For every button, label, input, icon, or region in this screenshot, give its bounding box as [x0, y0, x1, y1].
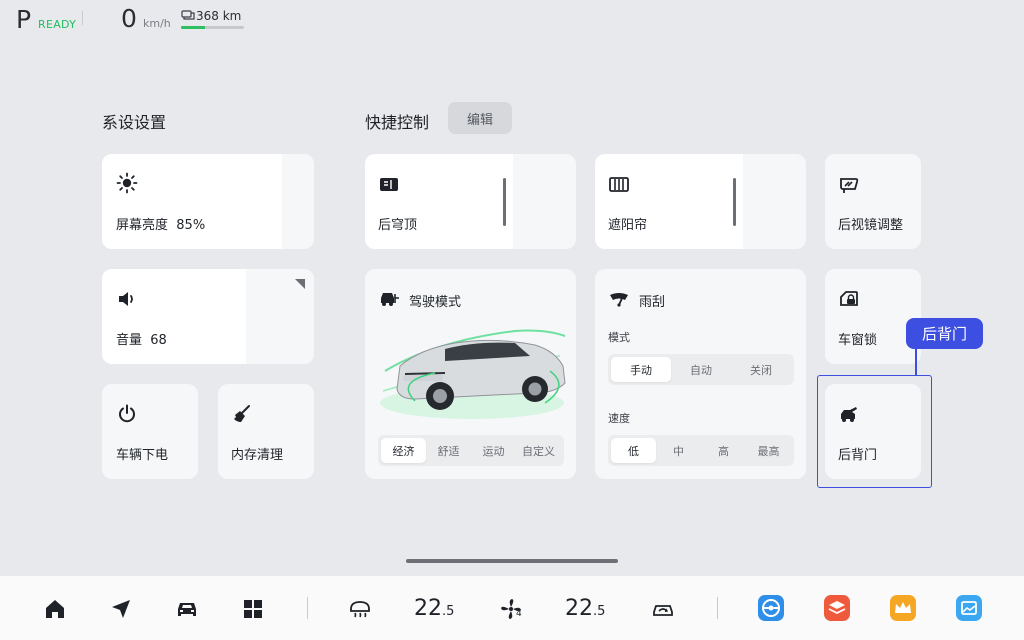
- recirculation-icon[interactable]: [651, 597, 675, 621]
- wiper-mode-option[interactable]: 自动: [671, 357, 731, 382]
- mirror-icon: [840, 178, 859, 193]
- brightness-label: 屏幕亮度 85%: [116, 218, 206, 233]
- range-value: 368 km: [196, 9, 242, 23]
- sunroof-label: 后穹顶: [378, 218, 418, 233]
- sunroof-slider[interactable]: 后穹顶: [365, 154, 576, 249]
- ready-indicator: READY: [38, 18, 77, 31]
- apps-grid-icon[interactable]: [241, 597, 265, 621]
- drive-mode-option[interactable]: 舒适: [426, 438, 471, 463]
- wiper-speed-option[interactable]: 高: [701, 438, 746, 463]
- wiper-mode-label: 模式: [608, 331, 630, 344]
- range-bar-fill: [181, 26, 205, 29]
- left-temperature[interactable]: 22.5: [414, 596, 454, 621]
- mirror-adjust-button[interactable]: 后视镜调整: [825, 154, 921, 249]
- wiper-icon: [610, 293, 628, 307]
- drive-mode-label: 驾驶模式: [409, 295, 462, 310]
- sunshade-label: 遮阳帘: [608, 218, 648, 233]
- window-lock-button[interactable]: 车窗锁: [825, 269, 921, 364]
- wiper-speed-selector[interactable]: 低 中 高 最高: [608, 435, 794, 466]
- steering-wheel-icon: [762, 599, 780, 617]
- right-temperature[interactable]: 22.5: [565, 596, 605, 621]
- volume-slider[interactable]: 音量 68: [102, 269, 314, 364]
- sunshade-icon: [609, 177, 629, 192]
- memory-clean-button[interactable]: 内存清理: [218, 384, 314, 479]
- car-illustration: [380, 329, 566, 419]
- gear-indicator: P: [16, 5, 32, 34]
- home-icon[interactable]: [43, 597, 67, 621]
- status-divider: [82, 11, 83, 25]
- sunroof-icon: [380, 178, 398, 191]
- tailgate-highlight-tag: 后背门: [906, 318, 983, 349]
- wiper-card: 雨刮 模式 手动 自动 关闭 速度 低 中 高 最高: [595, 269, 806, 479]
- volume-value: 68: [150, 333, 167, 348]
- drive-mode-option[interactable]: 经济: [381, 438, 426, 463]
- wiper-mode-selector[interactable]: 手动 自动 关闭: [608, 354, 794, 385]
- wiper-label: 雨刮: [639, 295, 666, 310]
- sunshade-slider[interactable]: 遮阳帘: [595, 154, 806, 249]
- dock-divider: [307, 597, 308, 619]
- crown-app-icon[interactable]: [890, 595, 916, 621]
- range-bar: [181, 26, 244, 29]
- mirror-adjust-label: 后视镜调整: [838, 218, 904, 233]
- wiper-speed-option[interactable]: 最高: [746, 438, 791, 463]
- sunshade-fill: [595, 154, 743, 249]
- broom-icon: [234, 405, 250, 422]
- drive-mode-card: 驾驶模式 经济 舒适 运动 自定义: [365, 269, 576, 479]
- window-lock-label: 车窗锁: [838, 333, 878, 348]
- gallery-app-icon[interactable]: [956, 595, 982, 621]
- car-icon[interactable]: [175, 597, 199, 621]
- sunshade-handle[interactable]: [732, 178, 736, 226]
- speed-value: 0: [121, 4, 137, 33]
- wiper-mode-option[interactable]: 关闭: [731, 357, 791, 382]
- drive-mode-option[interactable]: 运动: [471, 438, 516, 463]
- brightness-value: 85%: [176, 218, 206, 233]
- wiper-mode-option[interactable]: 手动: [611, 357, 671, 382]
- sun-icon: [116, 172, 138, 194]
- drive-mode-icon: [381, 293, 399, 306]
- brightness-fill: [102, 154, 283, 249]
- edit-button[interactable]: 编辑: [448, 102, 512, 134]
- speed-unit: km/h: [143, 17, 171, 30]
- home-indicator[interactable]: [406, 559, 618, 563]
- steering-app-icon[interactable]: [758, 595, 784, 621]
- wiper-speed-label: 速度: [608, 412, 630, 425]
- power-icon: [119, 404, 135, 423]
- brightness-slider[interactable]: 屏幕亮度 85%: [102, 154, 314, 249]
- power-off-button[interactable]: 车辆下电: [102, 384, 198, 479]
- stack-app-icon[interactable]: [824, 595, 850, 621]
- navigation-icon[interactable]: [109, 597, 133, 621]
- volume-fill: [102, 269, 247, 364]
- wiper-speed-option[interactable]: 低: [611, 438, 656, 463]
- memory-clean-label: 内存清理: [231, 448, 284, 463]
- sunroof-handle[interactable]: [502, 178, 506, 226]
- window-lock-icon: [840, 291, 858, 306]
- volume-label: 音量 68: [116, 333, 167, 348]
- system-settings-title: 系设设置: [102, 113, 167, 132]
- drive-mode-selector[interactable]: 经济 舒适 运动 自定义: [378, 435, 564, 466]
- crown-icon: [895, 602, 911, 613]
- expand-corner-icon[interactable]: [295, 279, 305, 289]
- sunroof-fill: [365, 154, 513, 249]
- quick-controls-title: 快捷控制: [365, 113, 430, 132]
- fan-level: 4: [516, 609, 522, 619]
- battery-range-icon: [181, 10, 195, 20]
- speaker-icon: [119, 292, 133, 306]
- wiper-speed-option[interactable]: 中: [656, 438, 701, 463]
- power-off-label: 车辆下电: [116, 448, 169, 463]
- drive-mode-option[interactable]: 自定义: [516, 438, 561, 463]
- tailgate-highlight-connector: [915, 348, 917, 376]
- rear-defrost-icon[interactable]: [348, 597, 372, 621]
- tailgate-highlight-box: [817, 375, 932, 488]
- dock-divider: [717, 597, 718, 619]
- layers-icon: [828, 601, 846, 615]
- picture-icon: [961, 601, 977, 615]
